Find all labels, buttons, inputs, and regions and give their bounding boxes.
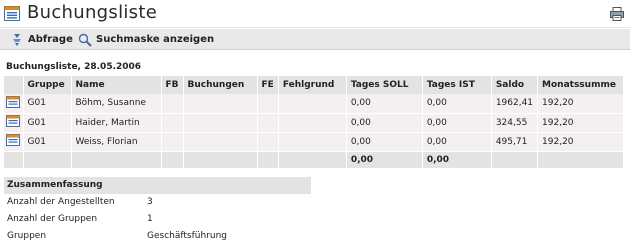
cell-fe bbox=[257, 113, 279, 133]
totals-row: 0,00 0,00 bbox=[4, 151, 624, 169]
row-icon-cell[interactable] bbox=[4, 113, 24, 133]
col-header-group: Gruppe bbox=[23, 76, 72, 94]
cell-name: Haider, Martin bbox=[71, 113, 162, 133]
cell-monthly-sum: 192,20 bbox=[537, 94, 624, 114]
summary-row: Anzahl der Gruppen 1 bbox=[4, 211, 311, 228]
summary-label: Anzahl der Gruppen bbox=[7, 214, 98, 224]
totals-cell bbox=[537, 151, 624, 169]
totals-cell bbox=[4, 151, 24, 169]
title-bar: Buchungsliste bbox=[0, 0, 630, 28]
page-title: Buchungsliste bbox=[27, 2, 158, 23]
printer-icon[interactable] bbox=[610, 7, 624, 21]
cell-target: 0,00 bbox=[346, 113, 423, 133]
cell-absence-reason bbox=[278, 94, 347, 114]
list-title: Buchungsliste, 28.05.2006 bbox=[6, 62, 142, 72]
calendar-icon[interactable] bbox=[6, 134, 20, 146]
cell-name: Böhm, Susanne bbox=[71, 94, 162, 114]
table-header-row: Gruppe Name FB Buchungen FE Fehlgrund Ta… bbox=[4, 76, 624, 94]
cell-fe bbox=[257, 132, 279, 152]
calendar-icon[interactable] bbox=[6, 115, 20, 127]
cell-bookings bbox=[183, 94, 258, 114]
summary-row: Gruppen Geschäftsführung bbox=[4, 228, 311, 242]
summary-label: Anzahl der Angestellten bbox=[7, 197, 115, 207]
cell-fb bbox=[161, 94, 184, 114]
cell-bookings bbox=[183, 113, 258, 133]
col-header-actual: Tages IST bbox=[422, 76, 492, 94]
cell-bookings bbox=[183, 132, 258, 152]
calendar-icon[interactable] bbox=[6, 95, 20, 108]
summary-label: Gruppen bbox=[7, 231, 47, 241]
col-header-target: Tages SOLL bbox=[346, 76, 423, 94]
cell-actual: 0,00 bbox=[422, 113, 492, 133]
cell-absence-reason bbox=[278, 132, 347, 152]
cell-group: G01 bbox=[23, 132, 72, 152]
row-icon-cell[interactable] bbox=[4, 94, 24, 114]
cell-fb bbox=[161, 132, 184, 152]
cell-group: G01 bbox=[23, 113, 72, 133]
col-header-bookings: Buchungen bbox=[183, 76, 258, 94]
summary-row: Anzahl der Angestellten 3 bbox=[4, 194, 311, 211]
totals-cell bbox=[491, 151, 539, 169]
query-button[interactable]: Abfrage bbox=[10, 29, 73, 50]
totals-cell bbox=[257, 151, 279, 169]
totals-cell bbox=[23, 151, 72, 169]
cell-monthly-sum: 192,20 bbox=[537, 132, 624, 152]
col-header-icon bbox=[4, 76, 24, 94]
cell-balance: 324,55 bbox=[491, 113, 539, 133]
summary-section: Zusammenfassung Anzahl der Angestellten … bbox=[4, 177, 311, 242]
cell-monthly-sum: 192,20 bbox=[537, 113, 624, 133]
cell-group: G01 bbox=[23, 94, 72, 114]
col-header-balance: Saldo bbox=[491, 76, 539, 94]
cell-actual: 0,00 bbox=[422, 94, 492, 114]
search-mask-label: Suchmaske anzeigen bbox=[96, 34, 215, 45]
cell-absence-reason bbox=[278, 113, 347, 133]
table-row[interactable]: G01 Haider, Martin 0,00 0,00 324,55 192,… bbox=[4, 113, 624, 133]
total-target: 0,00 bbox=[346, 151, 423, 169]
summary-value: Geschäftsführung bbox=[147, 231, 227, 241]
cell-name: Weiss, Florian bbox=[71, 132, 162, 152]
cell-balance: 1962,41 bbox=[491, 94, 539, 114]
summary-value: 1 bbox=[147, 214, 153, 224]
col-header-absence-reason: Fehlgrund bbox=[278, 76, 347, 94]
table-row[interactable]: G01 Weiss, Florian 0,00 0,00 495,71 192,… bbox=[4, 132, 624, 152]
query-icon bbox=[13, 33, 21, 46]
totals-cell bbox=[183, 151, 258, 169]
search-mask-button[interactable]: Suchmaske anzeigen bbox=[78, 29, 214, 50]
summary-title: Zusammenfassung bbox=[4, 177, 311, 194]
cell-fb bbox=[161, 113, 184, 133]
cell-balance: 495,71 bbox=[491, 132, 539, 152]
query-label: Abfrage bbox=[28, 34, 73, 45]
col-header-fb: FB bbox=[161, 76, 184, 94]
booking-table: Gruppe Name FB Buchungen FE Fehlgrund Ta… bbox=[4, 76, 624, 169]
totals-cell bbox=[71, 151, 162, 169]
totals-cell bbox=[278, 151, 347, 169]
col-header-fe: FE bbox=[257, 76, 279, 94]
col-header-monthly-sum: Monatssumme bbox=[537, 76, 624, 94]
cell-target: 0,00 bbox=[346, 132, 423, 152]
summary-value: 3 bbox=[147, 197, 153, 207]
table-row[interactable]: G01 Böhm, Susanne 0,00 0,00 1962,41 192,… bbox=[4, 94, 624, 114]
list-icon bbox=[4, 6, 20, 21]
row-icon-cell[interactable] bbox=[4, 132, 24, 152]
cell-actual: 0,00 bbox=[422, 132, 492, 152]
cell-fe bbox=[257, 94, 279, 114]
cell-target: 0,00 bbox=[346, 94, 423, 114]
toolbar: Abfrage Suchmaske anzeigen bbox=[0, 29, 630, 50]
col-header-name: Name bbox=[71, 76, 162, 94]
totals-cell bbox=[161, 151, 184, 169]
total-actual: 0,00 bbox=[422, 151, 492, 169]
magnifier-icon bbox=[78, 33, 92, 47]
